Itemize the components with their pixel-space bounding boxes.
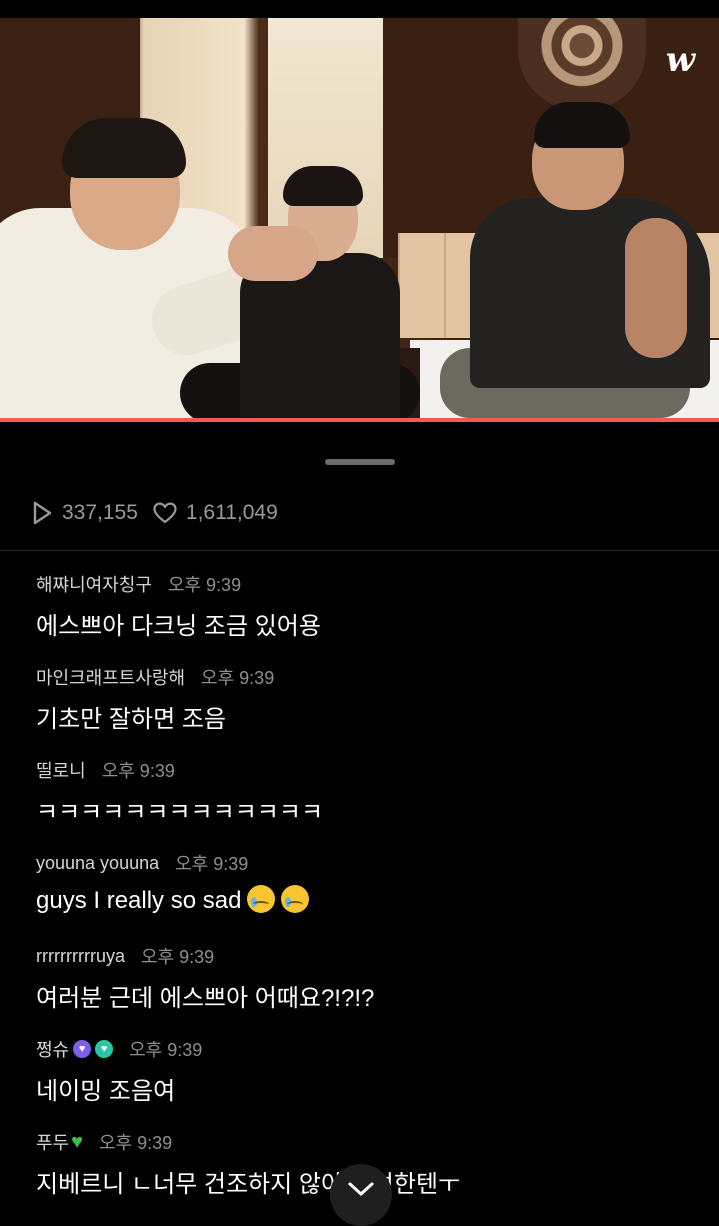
comment-text-body: guys I really so sad: [36, 887, 242, 914]
play-icon: [33, 501, 52, 525]
comment-username[interactable]: 푸두: [36, 1129, 69, 1155]
stats-bar: 337,155 1,611,049: [30, 498, 278, 528]
divider: [0, 550, 719, 551]
comment-username[interactable]: rrrrrrrrrruya: [36, 946, 125, 967]
person-right-arm: [625, 218, 687, 358]
comment-text: 여러분 근데 에스쁘아 어때요?!?!?: [36, 985, 375, 1012]
comment-time: 오후 9:39: [99, 1133, 173, 1153]
chevron-down-icon: [348, 1182, 374, 1196]
video-progress-bar[interactable]: [0, 418, 719, 422]
crying-face-emoji: [247, 885, 276, 913]
comment-time: 오후 9:39: [140, 947, 215, 967]
comment-time: 오후 9:39: [167, 575, 242, 595]
comment-time: 오후 9:39: [175, 854, 249, 874]
comment-text: 기초만 잘하면 조음: [36, 706, 226, 733]
comment-list[interactable]: 해쨔니여자칭구 오후 9:39 에스쁘아 다크닝 조금 있어용 마인크래프트사랑…: [36, 570, 696, 1221]
comment-item: 띨로니 오후 9:39 ㅋㅋㅋㅋㅋㅋㅋㅋㅋㅋㅋㅋㅋ: [36, 756, 696, 849]
person-middle-hair: [283, 166, 363, 206]
comment-text: guys I really so sad: [36, 885, 696, 915]
comment-username[interactable]: 띨로니: [36, 757, 86, 783]
collapse-chat-button[interactable]: [330, 1164, 392, 1226]
heart-outline-icon: [153, 502, 177, 524]
comment-time: 오후 9:39: [201, 668, 275, 688]
comment-time: 오후 9:39: [129, 1040, 203, 1060]
status-strip: [0, 0, 719, 18]
likes-stat: 1,611,049: [152, 501, 278, 525]
person-left-hair: [62, 118, 186, 178]
comment-text: ㅋㅋㅋㅋㅋㅋㅋㅋㅋㅋㅋㅋㅋ: [36, 799, 324, 826]
live-video-player[interactable]: w: [0, 18, 719, 418]
membership-badge-icon: [95, 1040, 114, 1058]
comment-item: youuna youuna 오후 9:39 guys I really so s…: [36, 849, 696, 942]
comment-text: 네이밍 조음여: [36, 1078, 176, 1105]
comment-item: rrrrrrrrrruya 오후 9:39 여러분 근데 에스쁘아 어때요?!?…: [36, 942, 696, 1035]
comment-time: 오후 9:39: [101, 761, 175, 781]
views-stat: 337,155: [30, 500, 138, 526]
clasped-hands: [228, 226, 318, 281]
weverse-logo: w: [665, 40, 695, 80]
comment-item: 쩡슈 오후 9:39 네이밍 조음여: [36, 1035, 696, 1128]
person-right-hair: [534, 102, 630, 148]
comment-username[interactable]: 쩡슈: [36, 1036, 69, 1062]
comment-item: 마인크래프트사랑해 오후 9:39 기초만 잘하면 조음: [36, 663, 696, 756]
comment-username[interactable]: 해쨔니여자칭구: [36, 571, 152, 597]
likes-count: 1,611,049: [185, 501, 278, 524]
comment-username[interactable]: 마인크래프트사랑해: [36, 664, 185, 690]
views-count: 337,155: [62, 501, 138, 524]
comment-username[interactable]: youuna youuna: [36, 853, 159, 874]
membership-badge-icon: [73, 1040, 92, 1058]
sobbing-face-emoji: [281, 885, 310, 913]
green-heart-icon: ♥: [71, 1130, 83, 1153]
drag-handle[interactable]: [325, 459, 395, 465]
comment-item: 해쨔니여자칭구 오후 9:39 에스쁘아 다크닝 조금 있어용: [36, 570, 696, 663]
comment-text: 에스쁘아 다크닝 조금 있어용: [36, 613, 321, 640]
